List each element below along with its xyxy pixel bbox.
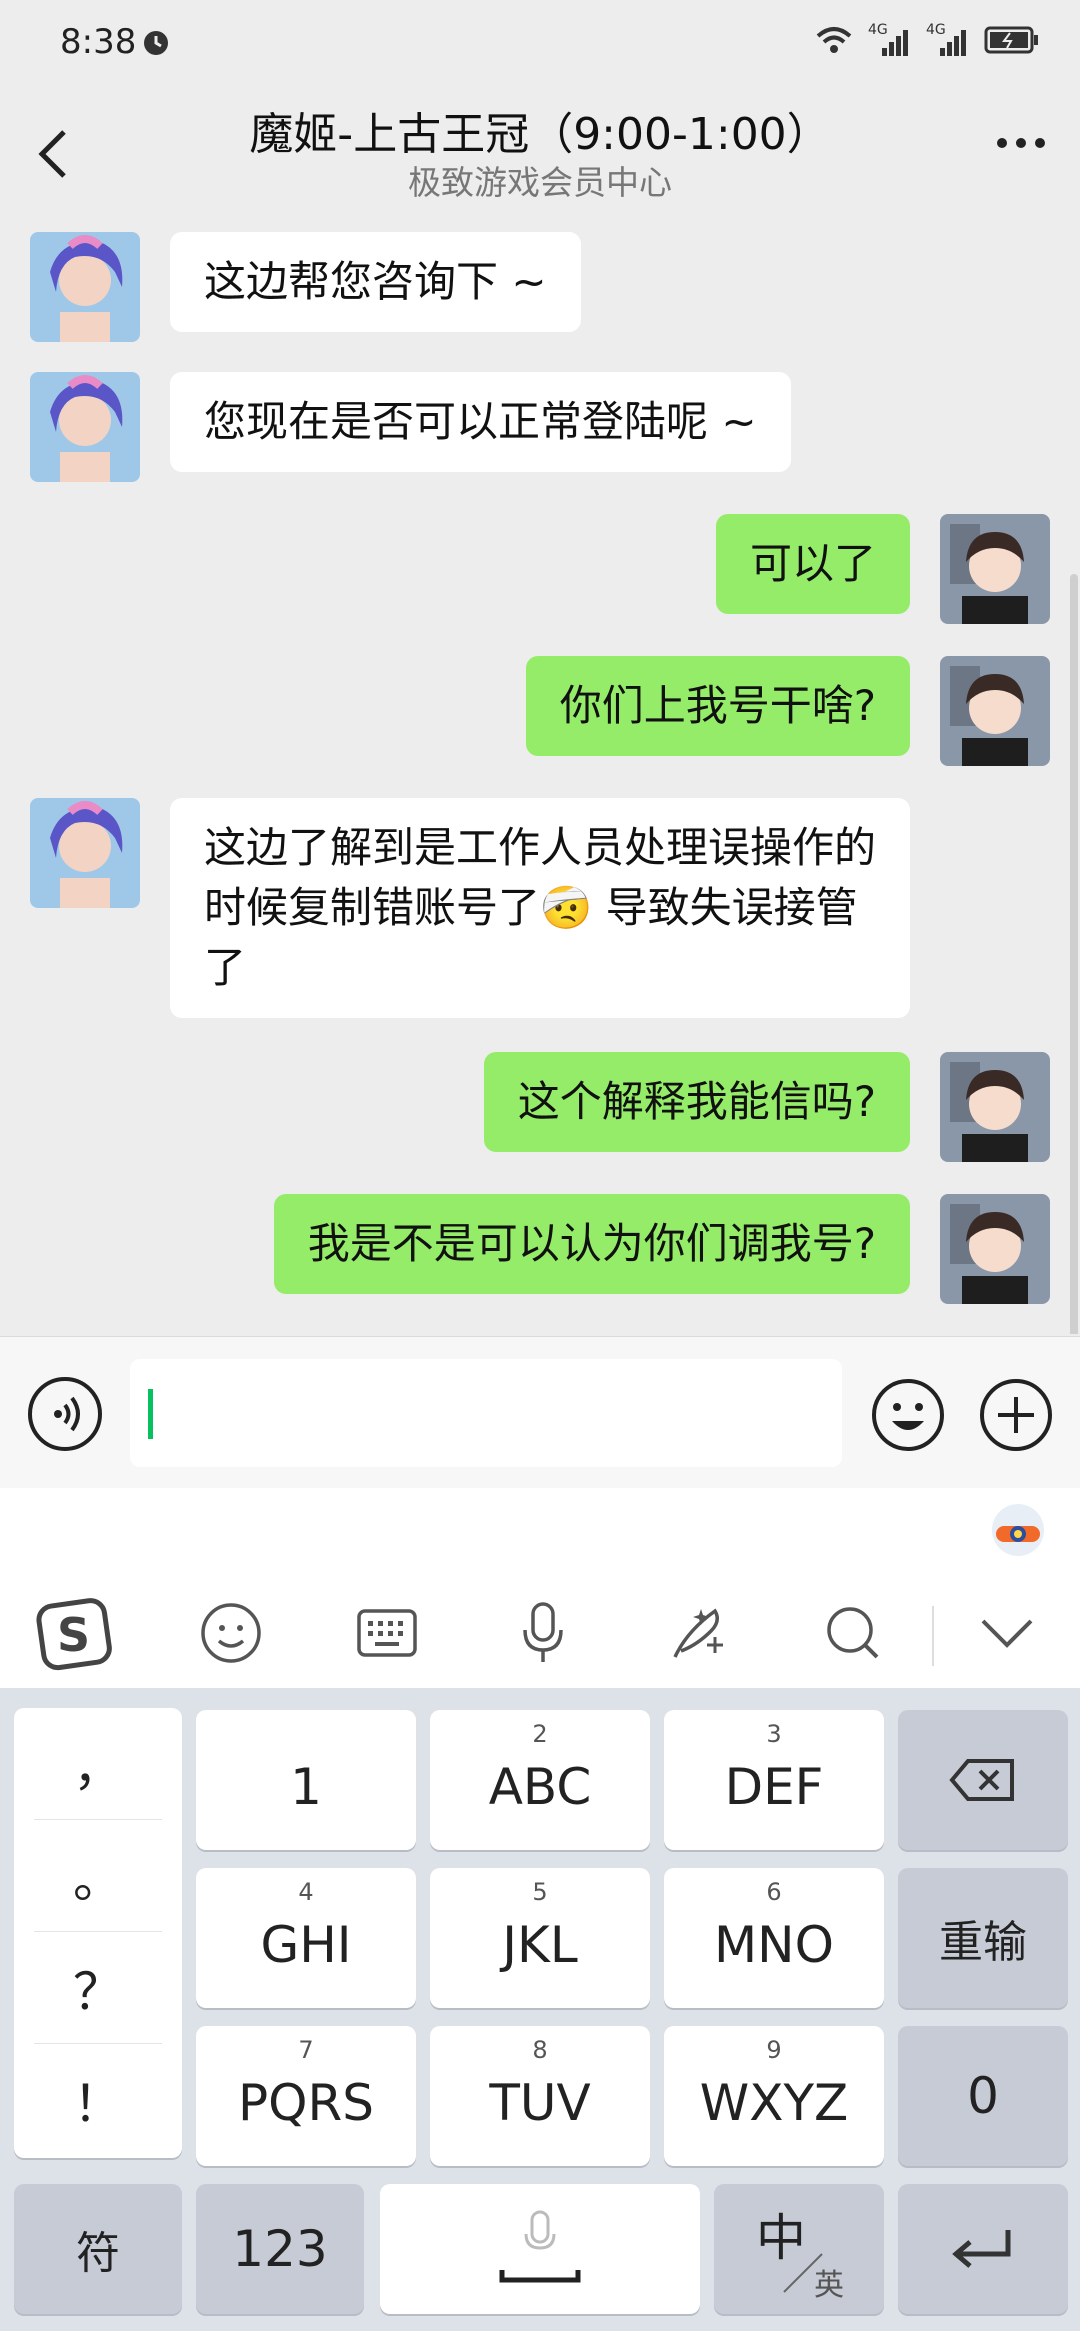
battery-icon [984,25,1040,59]
enter-icon [952,2230,1011,2268]
key-number: 4 [298,1878,314,1906]
lang-sub-label: 英 [814,2268,844,2303]
network-type-2: 4G [926,22,946,38]
key-label: PQRS [238,2074,374,2132]
input-bar [0,1336,1080,1488]
text-cursor [148,1389,153,1439]
punct-key-exclaim[interactable]: ！ [34,2044,162,2156]
network-type-1: 4G [868,22,888,38]
key-number: 3 [766,1720,782,1748]
key-1[interactable]: 1 [196,1710,416,1850]
key-label: WXYZ [699,2074,849,2132]
user-avatar[interactable] [940,1194,1050,1304]
key-label: TUV [489,2074,591,2132]
handwriting-icon[interactable] [654,1588,744,1678]
key-0[interactable]: 0 [898,2026,1068,2166]
message-bubble[interactable]: 这边帮您咨询下 ~ [170,232,581,332]
backspace-icon [949,1759,1014,1801]
message-bubble[interactable]: 可以了 [715,514,910,614]
search-icon[interactable] [808,1588,898,1678]
key-def[interactable]: 3 DEF [664,1710,884,1850]
key-label: JKL [502,1916,578,1974]
key-label: GHI [260,1916,352,1974]
message-bubble[interactable]: 这边了解到是工作人员处理误操作的时候复制错账号了🤕 导致失误接管了 [170,798,910,1018]
sogou-logo-icon[interactable]: S [30,1588,120,1678]
chat-area[interactable]: 这边帮您咨询下 ~ 您现在是否可以正常登陆呢 ~ 可以了 你们上我号干啥? 这边… [0,214,1080,1334]
svg-text:S: S [57,1608,90,1662]
key-label: ABC [488,1758,592,1816]
contact-avatar[interactable] [30,372,140,482]
key-label: DEF [724,1758,824,1816]
key-ghi[interactable]: 4 GHI [196,1868,416,2008]
toolbar-divider [932,1606,934,1666]
user-avatar[interactable] [940,656,1050,766]
emoji-icon [872,1379,944,1451]
space-mic-icon [499,2210,581,2283]
punct-key-question[interactable]: ？ [34,1932,162,2044]
space-key[interactable] [380,2184,700,2314]
status-bar: 8:38 4G 4G [0,0,1080,84]
delete-key[interactable] [898,1710,1068,1850]
alarm-icon [140,26,172,62]
key-wxyz[interactable]: 9 WXYZ [664,2026,884,2166]
chat-header: 魔姬-上古王冠（9:00-1:00） 极致游戏会员中心 [0,84,1080,214]
emoji-button[interactable] [870,1377,946,1457]
key-pqrs[interactable]: 7 PQRS [196,2026,416,2166]
message-input[interactable] [130,1359,842,1467]
key-number: 9 [766,2036,782,2064]
ime-toolbar: S [0,1578,1080,1688]
key-label: 1 [290,1758,322,1816]
wifi-icon [814,24,854,60]
key-number: 7 [298,2036,314,2064]
keyboard-icon[interactable] [342,1588,432,1678]
collapse-keyboard-icon[interactable] [962,1588,1052,1678]
contact-avatar[interactable] [30,232,140,342]
language-switch-key[interactable]: 中 英 [714,2184,884,2314]
voice-icon [54,1396,80,1432]
key-number: 5 [532,1878,548,1906]
key-abc[interactable]: 2 ABC [430,1710,650,1850]
lang-divider-icon [783,2253,823,2293]
message-bubble[interactable]: 这个解释我能信吗? [483,1052,910,1152]
key-mno[interactable]: 6 MNO [664,1868,884,2008]
signal-icon: 4G [868,22,912,58]
user-avatar[interactable] [940,1052,1050,1162]
microphone-icon[interactable] [498,1588,588,1678]
key-number: 6 [766,1878,782,1906]
symbol-key[interactable]: 符 [14,2184,182,2314]
key-jkl[interactable]: 5 JKL [430,1868,650,2008]
plus-button[interactable] [978,1377,1054,1457]
punct-key-period[interactable]: 。 [34,1820,162,1932]
signal-icon-2: 4G [926,22,970,58]
plus-icon [980,1379,1052,1451]
numbers-key[interactable]: 123 [196,2184,364,2314]
more-icon[interactable] [996,134,1046,153]
emoji-panel-icon[interactable] [186,1588,276,1678]
key-number: 2 [532,1720,548,1748]
message-bubble[interactable]: 你们上我号干啥? [525,656,910,756]
chat-subtitle: 极致游戏会员中心 [408,163,672,202]
contact-avatar[interactable] [30,798,140,908]
ime-mascot-icon[interactable] [986,1496,1050,1564]
status-time: 8:38 [60,22,137,62]
chat-title: 魔姬-上古王冠（9:00-1:00） [249,109,831,160]
enter-key[interactable] [898,2184,1068,2314]
message-bubble[interactable]: 我是不是可以认为你们调我号? [273,1194,910,1294]
scrollbar[interactable] [1070,574,1078,1334]
key-tuv[interactable]: 8 TUV [430,2026,650,2166]
message-bubble[interactable]: 您现在是否可以正常登陆呢 ~ [170,372,791,472]
keyboard: ， 。 ？ ！ 1 2 ABC 3 DEF 4 GHI 5 JKL 6 MNO … [0,1688,1080,2331]
punctuation-column[interactable]: ， 。 ？ ！ [14,1708,182,2158]
voice-button[interactable] [28,1377,102,1451]
reenter-key[interactable]: 重输 [898,1868,1068,2008]
user-avatar[interactable] [940,514,1050,624]
punct-key-comma[interactable]: ， [34,1708,162,1820]
key-label: MNO [714,1916,834,1974]
ime-toolbar-area: S [0,1488,1080,1688]
key-number: 8 [532,2036,548,2064]
